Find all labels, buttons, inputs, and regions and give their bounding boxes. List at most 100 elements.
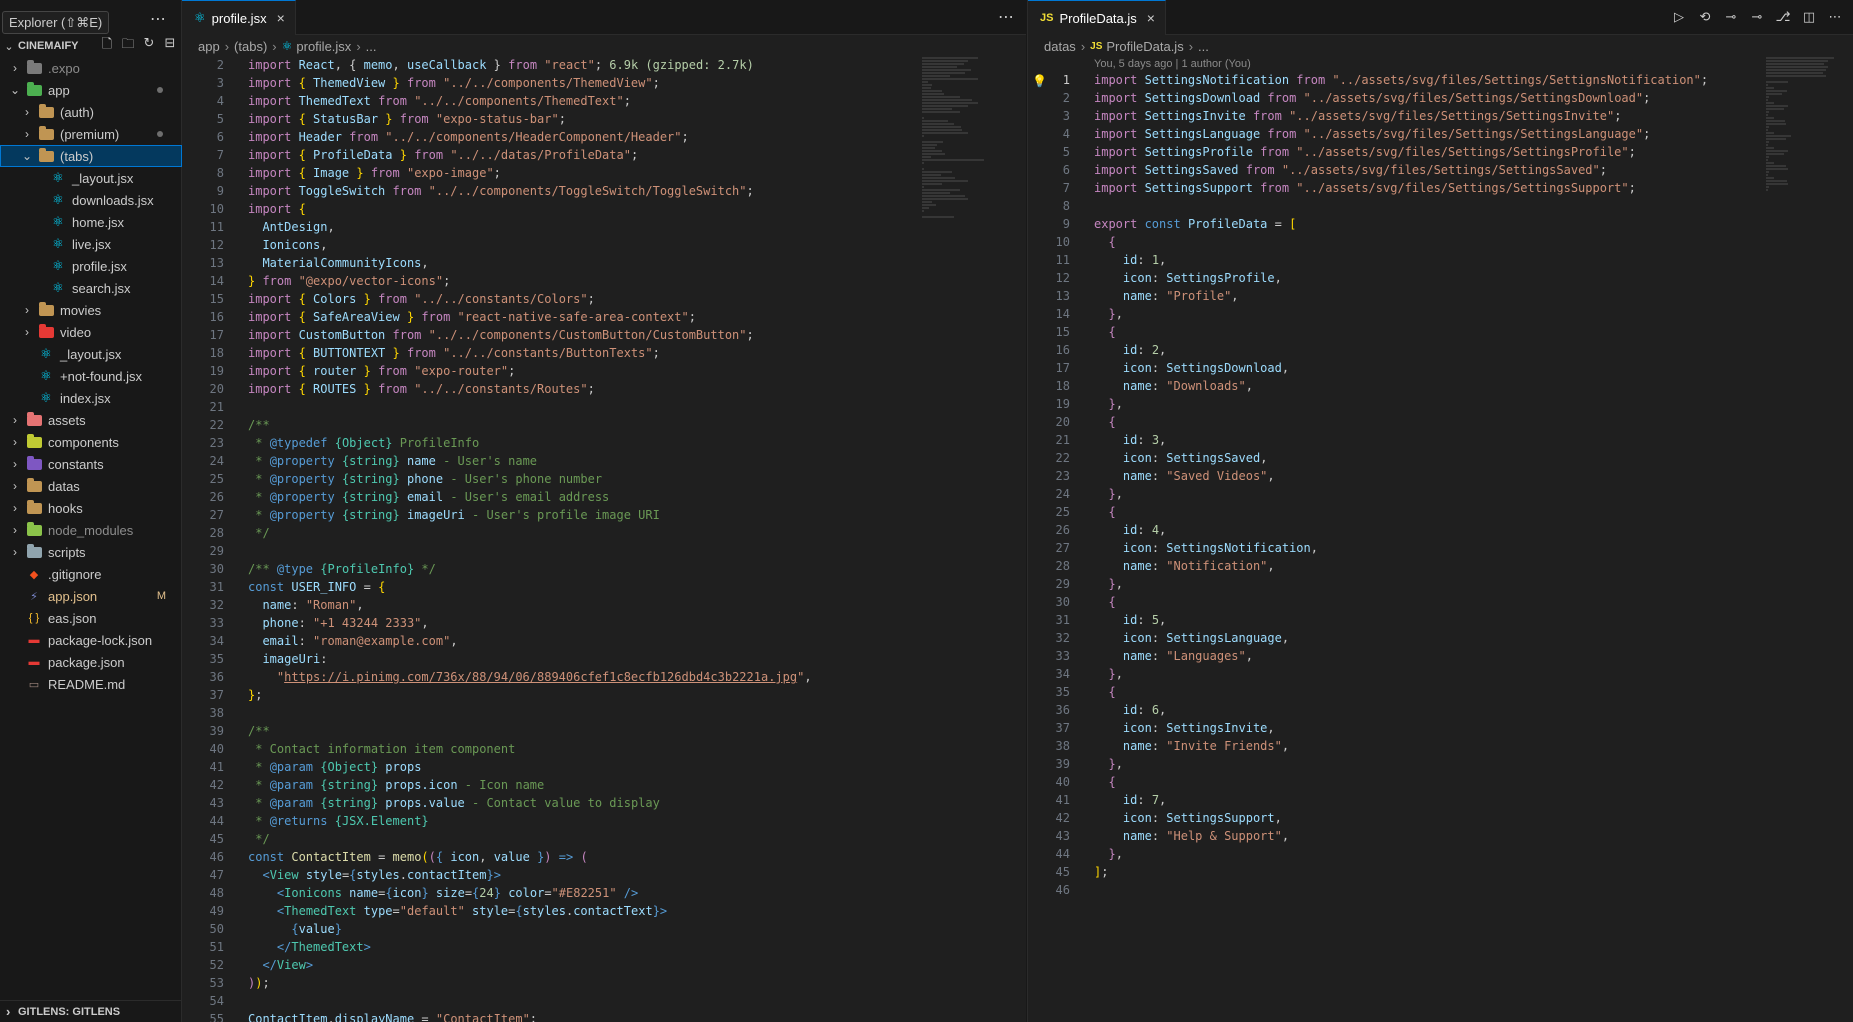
node-modules-folder-icon — [26, 521, 42, 537]
tree-item[interactable]: ⚛ profile.jsx — [0, 255, 182, 277]
code-area[interactable]: 2 import React, { memo, useCallback } fro… — [182, 56, 1026, 1022]
tree-item[interactable]: › hooks — [0, 497, 182, 519]
tree-item[interactable]: › constants — [0, 453, 182, 475]
code-line: 45 */ — [182, 830, 1026, 848]
code-text: imageUri: — [262, 652, 328, 666]
minimap-line — [922, 135, 925, 137]
tab-profile-jsx[interactable]: ⚛ profile.jsx × — [182, 0, 296, 35]
git-previous-change-icon[interactable]: ⊸ — [1723, 9, 1739, 25]
chevron-right-icon: › — [25, 303, 29, 317]
tab-profiledata-js[interactable]: JS ProfileData.js × — [1028, 0, 1166, 35]
line-number: 40 — [209, 742, 224, 756]
gitlens-panel-header[interactable]: GITLENS: GITLENS — [0, 1000, 182, 1022]
tree-item-label: README.md — [48, 676, 126, 692]
line-number: 38 — [1055, 739, 1070, 753]
split-editor-icon[interactable]: ◫ — [1801, 9, 1817, 25]
code-text: * @returns {JSX.Element} — [248, 814, 429, 828]
line-number: 10 — [209, 202, 224, 216]
tree-item[interactable]: ▬ package.json — [0, 651, 182, 673]
breadcrumb-item[interactable]: ProfileData.js — [1106, 39, 1183, 54]
editor-group-right: JS ProfileData.js × ▷ ⟲ ⊸ ⊸ ⎇ ◫ ⋯ datas … — [1027, 0, 1853, 1022]
code-area[interactable]: 💡 1 import SettingsNotification from "../a… — [1028, 71, 1853, 899]
tree-item[interactable]: › (auth) — [0, 101, 182, 123]
tree-item[interactable]: ▬ package-lock.json — [0, 629, 182, 651]
tree-item[interactable]: › assets — [0, 409, 182, 431]
line-number: 20 — [1055, 415, 1070, 429]
minimap-line — [1766, 120, 1786, 122]
tree-item[interactable]: › scripts — [0, 541, 182, 563]
minimap[interactable] — [922, 57, 994, 537]
tree-item[interactable]: ⚛ home.jsx — [0, 211, 182, 233]
breadcrumb-item[interactable]: profile.jsx — [296, 39, 351, 54]
tree-item[interactable]: ⚛ search.jsx — [0, 277, 182, 299]
code-text: * @property {string} name - User's name — [248, 454, 538, 468]
breadcrumb-item[interactable]: app — [198, 39, 220, 54]
tree-item[interactable]: ⚛ index.jsx — [0, 387, 182, 409]
breadcrumb-item[interactable]: ... — [366, 39, 377, 54]
minimap-line — [922, 60, 968, 62]
tree-item-label: app — [48, 82, 70, 98]
line-number: 25 — [1055, 505, 1070, 519]
git-compare-icon[interactable]: ⎇ — [1775, 9, 1791, 25]
tree-item[interactable]: › .expo — [0, 57, 182, 79]
tree-item[interactable]: ⚛ live.jsx — [0, 233, 182, 255]
minimap-line — [1766, 126, 1770, 128]
git-revert-icon[interactable]: ⟲ — [1697, 9, 1713, 25]
chevron-right-icon: › — [13, 457, 17, 471]
tree-item[interactable]: › movies — [0, 299, 182, 321]
more-actions-icon[interactable]: ⋯ — [1827, 9, 1843, 25]
line-number: 16 — [1055, 343, 1070, 357]
code-text: )); — [248, 976, 270, 990]
tree-item[interactable]: ⚡ app.json M — [0, 585, 182, 607]
code-line: 30 /** @type {ProfileInfo} */ — [182, 560, 1026, 578]
minimap[interactable] — [1766, 57, 1838, 191]
breadcrumb-item[interactable]: (tabs) — [234, 39, 267, 54]
chevron-right-icon: › — [13, 61, 17, 75]
vertical-scrollbar[interactable] — [1012, 57, 1026, 1022]
tree-item[interactable]: › (premium) — [0, 123, 182, 145]
code-line: 26 * @property {string} email - User's e… — [182, 488, 1026, 506]
chevron-right-icon: › — [13, 479, 17, 493]
close-icon[interactable]: × — [1147, 10, 1155, 26]
minimap-line — [1766, 63, 1825, 65]
new-folder-icon[interactable]: 🗀 — [120, 35, 136, 57]
new-file-icon[interactable]: 🗋 — [99, 35, 115, 57]
minimap-line — [922, 162, 924, 164]
tree-item[interactable]: ⚛ downloads.jsx — [0, 189, 182, 211]
project-root[interactable]: ⌄ CINEMAIFY 🗋 🗀 ↻ ⊟ — [0, 35, 182, 57]
tree-item-label: +not-found.jsx — [60, 368, 143, 384]
refresh-icon[interactable]: ↻ — [141, 35, 157, 57]
more-actions-icon[interactable]: ⋯ — [998, 7, 1014, 27]
tree-item[interactable]: ⚛ _layout.jsx — [0, 167, 182, 189]
close-icon[interactable]: × — [277, 10, 285, 26]
tree-item[interactable]: ⌄ (tabs) — [0, 145, 182, 167]
tree-item[interactable]: ⚛ +not-found.jsx — [0, 365, 182, 387]
line-number: 42 — [1055, 811, 1070, 825]
minimap-line — [922, 150, 942, 152]
minimap-line — [1766, 153, 1784, 155]
git-next-change-icon[interactable]: ⊸ — [1749, 9, 1765, 25]
collapse-all-icon[interactable]: ⊟ — [162, 35, 178, 57]
tree-item[interactable]: ⚛ _layout.jsx — [0, 343, 182, 365]
code-line: 28 */ — [182, 524, 1026, 542]
vertical-scrollbar[interactable] — [1840, 57, 1853, 1022]
run-icon[interactable]: ▷ — [1671, 9, 1687, 25]
tree-item[interactable]: ▭ README.md — [0, 673, 182, 695]
line-number: 7 — [216, 148, 224, 162]
folder-icon — [38, 125, 54, 141]
breadcrumb-item[interactable]: ... — [1198, 39, 1209, 54]
tree-item[interactable]: › components — [0, 431, 182, 453]
tree-item[interactable]: { } eas.json — [0, 607, 182, 629]
tree-item-label: .expo — [48, 60, 80, 76]
tree-item[interactable]: › node_modules — [0, 519, 182, 541]
lightbulb-icon[interactable]: 💡 — [1032, 72, 1047, 90]
breadcrumb-item[interactable]: datas — [1044, 39, 1076, 54]
tree-item[interactable]: › datas — [0, 475, 182, 497]
tree-item[interactable]: ⌄ app — [0, 79, 182, 101]
tree-item[interactable]: ◆ .gitignore — [0, 563, 182, 585]
more-actions-icon[interactable]: ⋯ — [150, 9, 166, 29]
line-number: 8 — [216, 166, 224, 180]
tree-item[interactable]: › video — [0, 321, 182, 343]
code-text: import SettingsProfile from "../assets/s… — [1094, 145, 1636, 159]
minimap-line — [1766, 72, 1823, 74]
